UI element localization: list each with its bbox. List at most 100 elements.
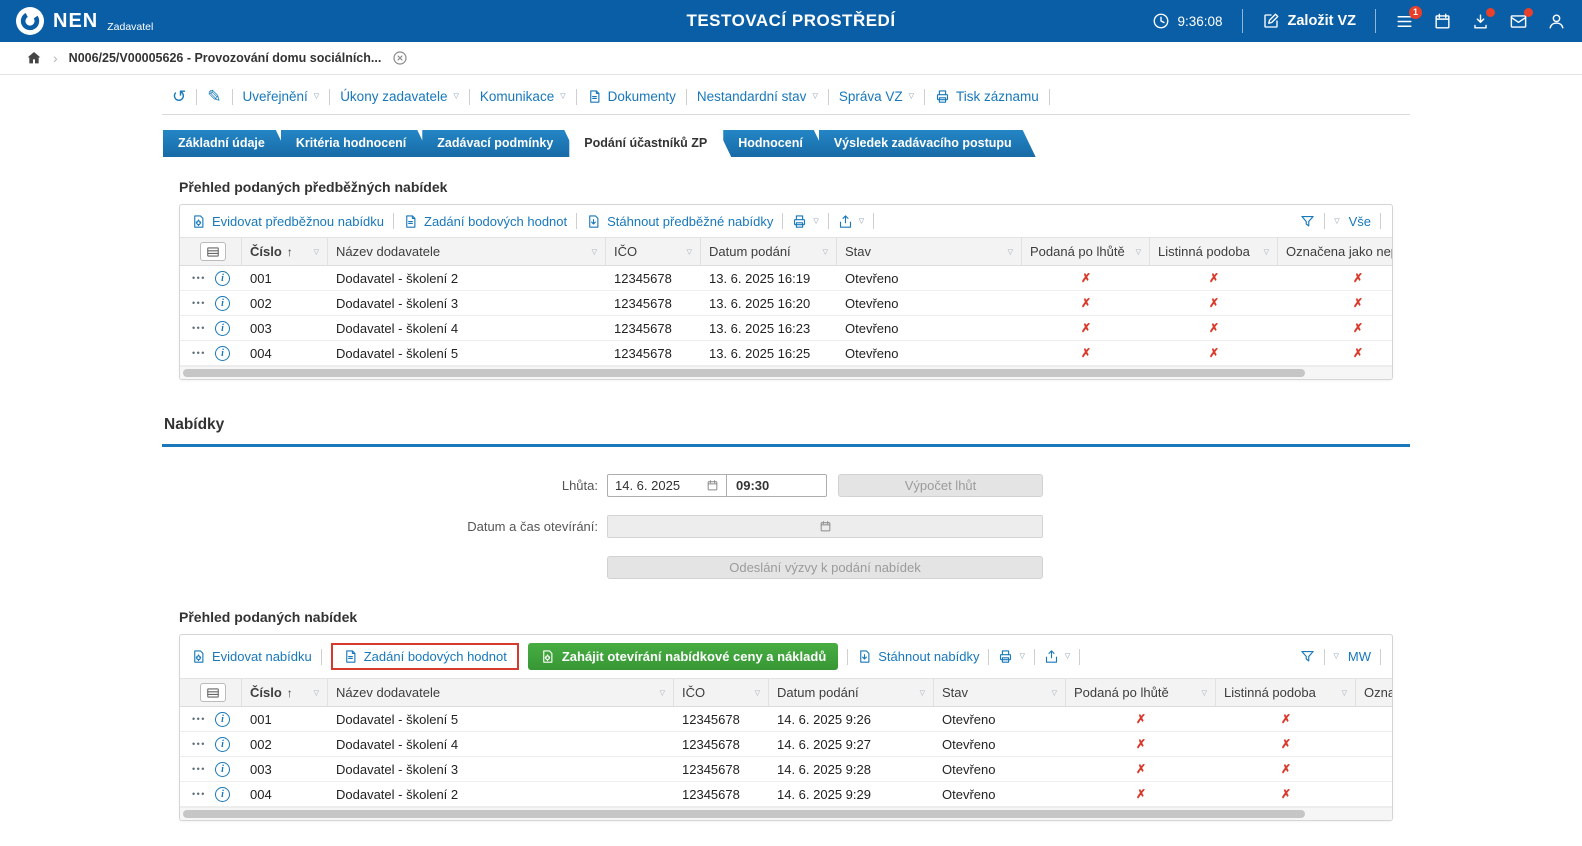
offers-table-row[interactable]: ••• i 002 Dodavatel - školení 4 12345678…: [180, 732, 1392, 757]
nen-logo[interactable]: NEN Zadavatel: [16, 7, 153, 35]
preliminary-table-row[interactable]: ••• i 004 Dodavatel - školení 5 12345678…: [180, 341, 1392, 366]
export-button[interactable]: ▽: [838, 214, 864, 229]
row-actions-icon[interactable]: •••: [192, 764, 206, 774]
filter-caret-icon[interactable]: ▽: [1202, 689, 1207, 697]
row-actions-icon[interactable]: •••: [192, 273, 206, 283]
print-button[interactable]: ▽: [792, 214, 818, 229]
horizontal-scrollbar[interactable]: [180, 366, 1392, 379]
column-header-oznacena[interactable]: Označ: [1356, 679, 1393, 706]
info-icon[interactable]: i: [215, 712, 230, 727]
zahajit-oteviranie-button[interactable]: Zahájit otevírání nabídkové ceny a nákla…: [528, 643, 838, 670]
filter-caret-icon[interactable]: ▽: [1264, 248, 1269, 256]
filter-caret-icon[interactable]: ▽: [755, 689, 760, 697]
tab-vysledek-zadavaciho-postupu[interactable]: Výsledek zadávacího postupu: [819, 130, 1036, 157]
row-actions-icon[interactable]: •••: [192, 298, 206, 308]
offers-table-row[interactable]: ••• i 004 Dodavatel - školení 2 12345678…: [180, 782, 1392, 807]
menu-button[interactable]: 1: [1395, 12, 1414, 31]
downloads-button[interactable]: [1471, 12, 1490, 31]
column-header-oznacena[interactable]: Označena jako nep: [1278, 238, 1393, 265]
lhuta-date-input[interactable]: 14. 6. 2025: [607, 474, 727, 497]
filter-caret-icon[interactable]: ▽: [660, 689, 665, 697]
edit-pencil-icon[interactable]: ✎: [207, 88, 221, 105]
offers-table-row[interactable]: ••• i 001 Dodavatel - školení 5 12345678…: [180, 707, 1392, 732]
column-header-listinna[interactable]: Listinná podoba▽: [1150, 238, 1278, 265]
breadcrumb-item[interactable]: N006/25/V00005626 - Provozování domu soc…: [69, 51, 382, 65]
view-selector[interactable]: Vše: [1349, 214, 1371, 229]
menu-uverejneni[interactable]: Uveřejnění▽: [243, 89, 320, 104]
filter-caret-icon[interactable]: ▽: [314, 248, 319, 256]
zalozit-vz-button[interactable]: Založit VZ: [1262, 12, 1356, 30]
menu-komunikace[interactable]: Komunikace▽: [480, 89, 566, 104]
filter-caret-icon[interactable]: ▽: [1052, 689, 1057, 697]
filter-caret-icon[interactable]: ▽: [1008, 248, 1013, 256]
stahnout-nabidky-button[interactable]: Stáhnout nabídky: [857, 649, 979, 664]
view-caret-icon[interactable]: ▽: [1334, 653, 1339, 660]
tab-kriteria-hodnoceni[interactable]: Kritéria hodnocení: [281, 130, 430, 157]
scrollbar-thumb[interactable]: [183, 369, 1305, 377]
tab-podani-ucastniku-zp[interactable]: Podání účastníků ZP: [569, 130, 731, 157]
menu-dokumenty[interactable]: Dokumenty: [587, 89, 676, 104]
column-header-ico[interactable]: IČO▽: [606, 238, 701, 265]
tab-zadavaci-podminky[interactable]: Zadávací podmínky: [422, 130, 577, 157]
filter-caret-icon[interactable]: ▽: [592, 248, 597, 256]
filter-funnel-icon[interactable]: [1300, 214, 1315, 229]
column-header-po-lhute[interactable]: Podaná po lhůtě▽: [1022, 238, 1150, 265]
horizontal-scrollbar[interactable]: [180, 807, 1392, 820]
evidovat-predbeznou-nabidku-button[interactable]: Evidovat předběžnou nabídku: [191, 214, 384, 229]
column-header-listinna[interactable]: Listinná podoba▽: [1216, 679, 1356, 706]
home-icon[interactable]: [26, 50, 42, 66]
column-header-cislo[interactable]: Číslo↑▽: [242, 238, 328, 265]
scrollbar-thumb[interactable]: [183, 810, 1305, 818]
menu-ukony-zadavatele[interactable]: Úkony zadavatele▽: [340, 89, 459, 104]
column-header-stav[interactable]: Stav▽: [837, 238, 1022, 265]
preliminary-table-row[interactable]: ••• i 001 Dodavatel - školení 2 12345678…: [180, 266, 1392, 291]
column-header-datum[interactable]: Datum podání▽: [769, 679, 934, 706]
sort-asc-icon[interactable]: ↑: [287, 686, 293, 700]
print-button[interactable]: ▽: [998, 649, 1024, 664]
lhuta-time-input[interactable]: 09:30: [727, 474, 827, 497]
row-actions-icon[interactable]: •••: [192, 348, 206, 358]
row-actions-icon[interactable]: •••: [192, 789, 206, 799]
offers-table-row[interactable]: ••• i 003 Dodavatel - školení 3 12345678…: [180, 757, 1392, 782]
filter-caret-icon[interactable]: ▽: [920, 689, 925, 697]
column-header-nazev[interactable]: Název dodavatele▽: [328, 679, 674, 706]
info-icon[interactable]: i: [215, 787, 230, 802]
odeslani-vyzvy-button[interactable]: Odeslání výzvy k podání nabídek: [607, 556, 1043, 579]
info-icon[interactable]: i: [215, 271, 230, 286]
evidovat-nabidku-button[interactable]: Evidovat nabídku: [191, 649, 312, 664]
menu-sprava-vz[interactable]: Správa VZ▽: [839, 89, 914, 104]
info-icon[interactable]: i: [215, 296, 230, 311]
row-actions-icon[interactable]: •••: [192, 739, 206, 749]
sort-asc-icon[interactable]: ↑: [287, 245, 293, 259]
export-button[interactable]: ▽: [1044, 649, 1070, 664]
column-header-stav[interactable]: Stav▽: [934, 679, 1066, 706]
table-settings-icon[interactable]: [200, 683, 226, 702]
row-actions-icon[interactable]: •••: [192, 323, 206, 333]
preliminary-table-row[interactable]: ••• i 002 Dodavatel - školení 3 12345678…: [180, 291, 1392, 316]
preliminary-table-row[interactable]: ••• i 003 Dodavatel - školení 4 12345678…: [180, 316, 1392, 341]
table-settings-icon[interactable]: [200, 242, 226, 261]
info-icon[interactable]: i: [215, 737, 230, 752]
tab-hodnoceni[interactable]: Hodnocení: [723, 130, 827, 157]
filter-caret-icon[interactable]: ▽: [823, 248, 828, 256]
column-header-po-lhute[interactable]: Podaná po lhůtě▽: [1066, 679, 1216, 706]
menu-nestandardni-stav[interactable]: Nestandardní stav▽: [697, 89, 818, 104]
info-icon[interactable]: i: [215, 321, 230, 336]
filter-caret-icon[interactable]: ▽: [1136, 248, 1141, 256]
stahnout-predbezne-nabidky-button[interactable]: Stáhnout předběžné nabídky: [586, 214, 773, 229]
vypocet-lhut-button[interactable]: Výpočet lhůt: [838, 474, 1043, 497]
column-header-nazev[interactable]: Název dodavatele▽: [328, 238, 606, 265]
zadani-bodovych-hodnot-highlighted-button[interactable]: Zadání bodových hodnot: [331, 643, 519, 670]
column-header-cislo[interactable]: Číslo↑▽: [242, 679, 328, 706]
filter-caret-icon[interactable]: ▽: [687, 248, 692, 256]
filter-caret-icon[interactable]: ▽: [1342, 689, 1347, 697]
menu-tisk-zaznamu[interactable]: Tisk záznamu: [935, 89, 1039, 104]
filter-caret-icon[interactable]: ▽: [314, 689, 319, 697]
info-icon[interactable]: i: [215, 762, 230, 777]
close-circle-icon[interactable]: [392, 50, 408, 66]
info-icon[interactable]: i: [215, 346, 230, 361]
view-selector[interactable]: MW: [1348, 649, 1371, 664]
column-header-ico[interactable]: IČO▽: [674, 679, 769, 706]
history-icon[interactable]: ↺: [172, 88, 186, 105]
calendar-icon[interactable]: [706, 479, 719, 492]
